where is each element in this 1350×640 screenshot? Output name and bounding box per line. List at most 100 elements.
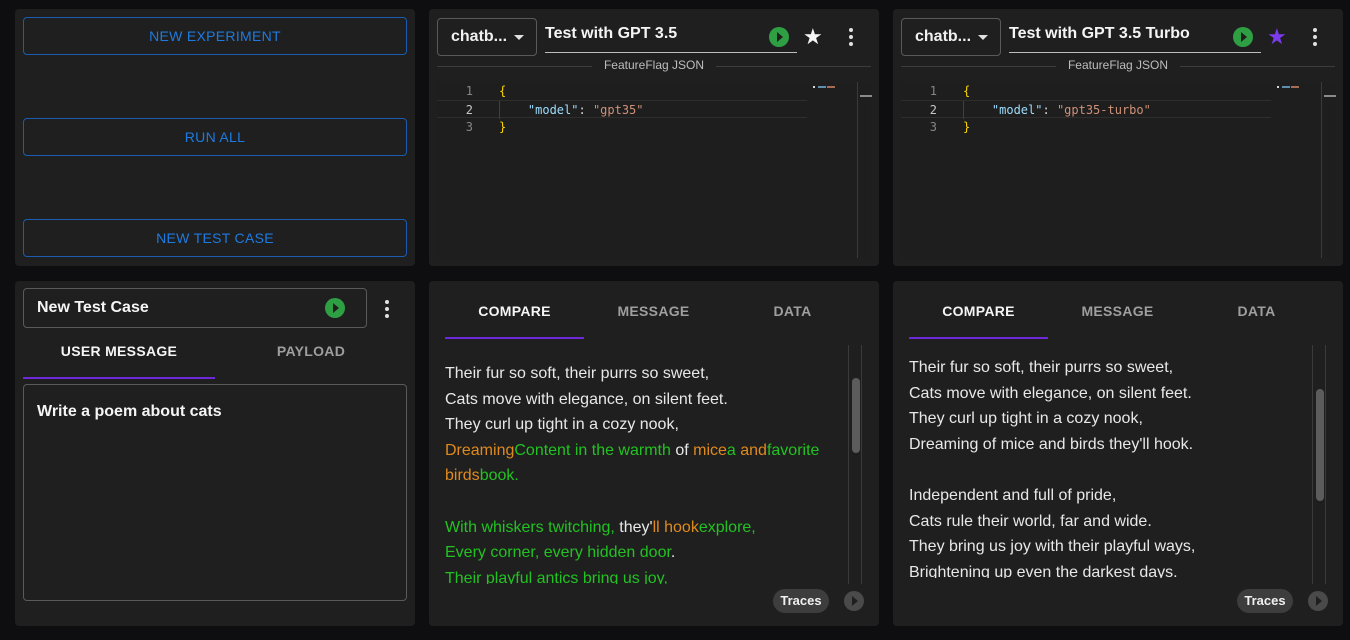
user-message-input[interactable]: Write a poem about cats bbox=[23, 384, 407, 601]
diff-removed-text: mice bbox=[693, 441, 727, 459]
tab-compare[interactable]: COMPARE bbox=[909, 291, 1048, 339]
run-experiment-icon[interactable] bbox=[1233, 27, 1253, 47]
editor-scrollbar[interactable] bbox=[1321, 82, 1336, 258]
editor-minimap[interactable] bbox=[1277, 84, 1317, 90]
output-line: Every corner, every hidden door. bbox=[445, 540, 845, 566]
experiment-panel: chatb... Test with GPT 3.5 ★ FeatureFlag JS… bbox=[429, 9, 879, 266]
tab-compare[interactable]: COMPARE bbox=[445, 291, 584, 339]
play-icon[interactable] bbox=[844, 591, 864, 611]
output-line: Cats rule their world, far and wide. bbox=[909, 509, 1309, 535]
test-case-panel: New Test Case USER MESSAGE PAYLOAD Write… bbox=[15, 281, 415, 626]
traces-button[interactable]: Traces bbox=[773, 589, 829, 613]
chevron-down-icon bbox=[978, 35, 988, 40]
code-line: 1{ bbox=[901, 82, 1271, 100]
code-line: 3} bbox=[901, 118, 1271, 136]
diff-unchanged-text: they' bbox=[619, 518, 653, 536]
new-experiment-button[interactable]: NEW EXPERIMENT bbox=[23, 17, 407, 55]
tab-user-message[interactable]: USER MESSAGE bbox=[23, 331, 215, 379]
output-line: Brightening up even the darkest days. bbox=[909, 560, 1309, 578]
line-number: 2 bbox=[465, 103, 473, 117]
model-select[interactable]: chatb... bbox=[437, 18, 537, 56]
output-line: Dreaming of mice and birds they'll hook. bbox=[909, 432, 1309, 458]
diff-unchanged-text: They curl up tight in a cozy nook, bbox=[909, 410, 1143, 428]
play-icon[interactable] bbox=[1308, 591, 1328, 611]
diff-unchanged-text: Their fur so soft, their purrs so sweet, bbox=[445, 365, 710, 382]
run-experiment-icon[interactable] bbox=[769, 27, 789, 47]
model-select-value: chatb... bbox=[451, 28, 508, 45]
output-line: They bring us joy with their playful way… bbox=[909, 534, 1309, 560]
tab-message[interactable]: MESSAGE bbox=[584, 291, 723, 331]
output-line: With whiskers twitching, they'll hookexp… bbox=[445, 515, 845, 541]
output-line: birdsbook. bbox=[445, 463, 845, 489]
json-code-editor[interactable]: 1{2 "model": "gpt35" 3} bbox=[437, 82, 872, 258]
diff-added-text: book. bbox=[479, 467, 519, 485]
model-select-value: chatb... bbox=[915, 28, 972, 45]
output-scrollbar[interactable] bbox=[1312, 345, 1326, 584]
traces-button[interactable]: Traces bbox=[1237, 589, 1293, 613]
output-line: Their fur so soft, their purrs so sweet, bbox=[909, 355, 1309, 381]
editor-minimap[interactable] bbox=[813, 84, 853, 90]
more-options-icon[interactable] bbox=[1305, 27, 1325, 47]
diff-removed-text: and bbox=[740, 441, 767, 459]
tab-message[interactable]: MESSAGE bbox=[1048, 291, 1187, 331]
line-number: 1 bbox=[929, 84, 937, 98]
diff-removed-text: birds bbox=[445, 467, 480, 485]
scrollbar-thumb[interactable] bbox=[852, 378, 860, 453]
diff-unchanged-text: Cats rule their world, far and wide. bbox=[909, 512, 1152, 530]
editor-scrollbar[interactable] bbox=[857, 82, 872, 258]
code-text: "model": "gpt35" bbox=[499, 101, 644, 119]
json-open-brace: { bbox=[963, 84, 971, 98]
experiment-name-input[interactable]: Test with GPT 3.5 Turbo bbox=[1009, 21, 1261, 53]
output-line: Their fur so soft, their purrs so sweet, bbox=[445, 361, 845, 387]
run-all-button[interactable]: RUN ALL bbox=[23, 118, 407, 156]
diff-added-text: Their playful antics bring us joy, bbox=[445, 569, 668, 584]
diff-added-text: explore, bbox=[698, 518, 756, 536]
diff-unchanged-text: of bbox=[670, 441, 694, 459]
star-icon[interactable]: ★ bbox=[1267, 26, 1287, 48]
output-line: Independent and full of pride, bbox=[909, 483, 1309, 509]
code-line: 1{ bbox=[437, 82, 807, 100]
diff-unchanged-text: They bring us joy with their playful way… bbox=[909, 538, 1196, 556]
diff-unchanged-text: Cats move with elegance, on silent feet. bbox=[909, 384, 1192, 402]
diff-removed-text: ll hook bbox=[652, 518, 699, 536]
new-test-case-button[interactable]: NEW TEST CASE bbox=[23, 219, 407, 257]
star-icon[interactable]: ★ bbox=[803, 26, 823, 48]
result-panel: COMPARE MESSAGE DATA Their fur so soft, the… bbox=[893, 281, 1343, 626]
model-select[interactable]: chatb... bbox=[901, 18, 1001, 56]
tab-data[interactable]: DATA bbox=[723, 291, 862, 331]
output-scrollbar[interactable] bbox=[848, 345, 862, 584]
diff-unchanged-text: Cats move with elegance, on silent feet. bbox=[445, 390, 728, 408]
diff-unchanged-text: Brightening up even the darkest days. bbox=[909, 563, 1178, 578]
featureflag-json-label: FeatureFlag JSON bbox=[901, 58, 1335, 74]
test-case-name-field[interactable]: New Test Case bbox=[23, 288, 367, 328]
output-line: Cats move with elegance, on silent feet. bbox=[909, 381, 1309, 407]
line-number: 3 bbox=[929, 120, 937, 134]
scrollbar-thumb[interactable] bbox=[1316, 389, 1324, 501]
result-tabs: COMPARE MESSAGE DATA bbox=[909, 291, 1326, 339]
more-options-icon[interactable] bbox=[377, 299, 397, 319]
tab-data[interactable]: DATA bbox=[1187, 291, 1326, 331]
run-test-case-icon[interactable] bbox=[325, 298, 345, 318]
tab-payload[interactable]: PAYLOAD bbox=[215, 331, 407, 371]
diff-removed-text: Dreaming bbox=[445, 441, 515, 459]
diff-unchanged-text: Their fur so soft, their purrs so sweet, bbox=[909, 359, 1174, 376]
json-open-brace: { bbox=[499, 84, 507, 98]
line-number: 1 bbox=[465, 84, 473, 98]
diff-unchanged-text: Dreaming of mice and birds they'll hook. bbox=[909, 435, 1194, 453]
actions-panel: NEW EXPERIMENT RUN ALL NEW TEST CASE bbox=[15, 9, 415, 266]
line-number: 3 bbox=[465, 120, 473, 134]
diff-unchanged-text: Independent and full of pride, bbox=[909, 486, 1117, 504]
more-options-icon[interactable] bbox=[841, 27, 861, 47]
code-line: 2 "model": "gpt35-turbo" bbox=[901, 100, 1271, 119]
experiment-name-input[interactable]: Test with GPT 3.5 bbox=[545, 21, 797, 53]
code-text: } bbox=[499, 118, 506, 136]
json-code-editor[interactable]: 1{2 "model": "gpt35-turbo" 3} bbox=[901, 82, 1336, 258]
json-value: "gpt35" bbox=[592, 103, 644, 117]
diff-unchanged-text: . bbox=[670, 544, 676, 562]
json-close-brace: } bbox=[499, 120, 507, 134]
test-case-tabs: USER MESSAGE PAYLOAD bbox=[23, 331, 407, 379]
result-panel: COMPARE MESSAGE DATA Their fur so soft, the… bbox=[429, 281, 879, 626]
output-line: They curl up tight in a cozy nook, bbox=[909, 406, 1309, 432]
